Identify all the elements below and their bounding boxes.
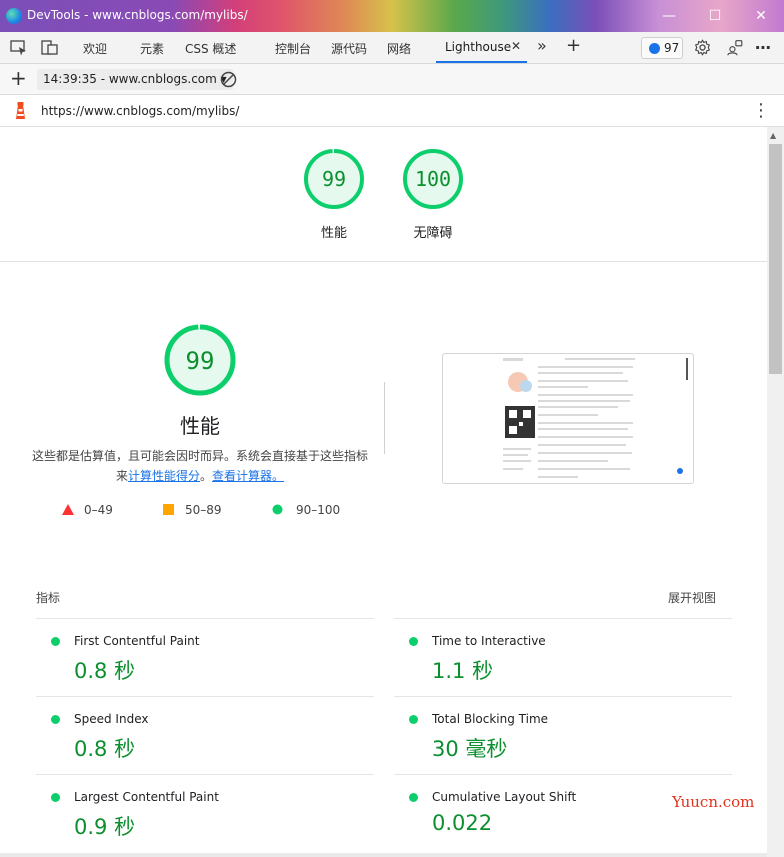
new-report-icon[interactable]: + (10, 66, 27, 90)
legend-range: 50–89 (185, 503, 222, 517)
close-window-button[interactable]: ✕ (738, 0, 784, 32)
active-tab-indicator (436, 61, 527, 63)
average-square-icon (163, 504, 174, 515)
close-tab-icon[interactable]: ✕ (511, 39, 521, 53)
score-gauge-ring: 99 (164, 324, 236, 396)
score-gauge-ring: 100 (403, 149, 463, 209)
metric-first-contentful-paint: First Contentful Paint 0.8 秒 (36, 618, 374, 696)
score-gauge-ring: 99 (304, 149, 364, 209)
gauge-score: 99 (322, 167, 346, 191)
final-screenshot-thumbnail[interactable] (442, 353, 694, 484)
gauge-performance[interactable]: 99 (302, 147, 366, 215)
metrics-heading: 指标 (36, 591, 61, 605)
window-title: DevTools - www.cnblogs.com/mylibs/ (27, 8, 248, 22)
fail-triangle-icon (62, 504, 74, 515)
report-select[interactable]: 14:39:35 - www.cnblogs.com ▾ (37, 69, 233, 90)
pass-dot-icon (409, 793, 418, 802)
issues-count: 97 (664, 41, 680, 55)
page-preview-image (503, 358, 688, 478)
metric-cumulative-layout-shift: Cumulative Layout Shift 0.022 (394, 774, 732, 852)
performance-title: 性能 (180, 414, 220, 438)
tab-console[interactable]: 控制台 (275, 40, 311, 57)
metric-name: Total Blocking Time (432, 712, 549, 726)
metric-value: 30 毫秒 (432, 737, 508, 761)
metric-name: Cumulative Layout Shift (432, 790, 577, 804)
pass-dot-icon (409, 637, 418, 646)
metric-value: 0.8 秒 (74, 737, 136, 761)
legend-range: 0–49 (84, 503, 113, 517)
metric-name: Largest Contentful Paint (74, 790, 219, 804)
legend-fail: 0–49 (62, 503, 113, 517)
section-divider (0, 261, 767, 262)
metric-value: 0.022 (432, 811, 493, 835)
scrollbar-thumb[interactable] (769, 144, 782, 374)
report-menu-icon[interactable]: ⋮ (752, 100, 770, 121)
metric-name: First Contentful Paint (74, 634, 200, 648)
scroll-up-arrow-icon[interactable]: ▲ (770, 131, 776, 140)
report-urlbar: https://www.cnblogs.com/mylibs/ ⋮ (0, 95, 784, 127)
pass-circle-icon (272, 504, 283, 515)
pass-dot-icon (51, 637, 60, 646)
window-titlebar: DevTools - www.cnblogs.com/mylibs/ — ☐ ✕ (0, 0, 784, 32)
metric-name: Speed Index (74, 712, 149, 726)
description-separator: 。 (200, 469, 213, 483)
pass-dot-icon (51, 715, 60, 724)
metric-value: 0.9 秒 (74, 815, 136, 839)
legend-average: 50–89 (163, 503, 222, 517)
performance-description: 这些都是估算值，且可能会因时而异。系统会直接基于这些指标来计算性能得分。查看计算… (30, 446, 370, 486)
metric-total-blocking-time: Total Blocking Time 30 毫秒 (394, 696, 732, 774)
gauge-label-accessibility: 无障碍 (413, 226, 453, 241)
report-url[interactable]: https://www.cnblogs.com/mylibs/ (41, 104, 239, 118)
gauge-score: 100 (415, 167, 451, 191)
expand-view-toggle[interactable]: 展开视图 (668, 589, 716, 606)
metric-value: 0.8 秒 (74, 659, 136, 683)
lighthouse-toolbar: + 14:39:35 - www.cnblogs.com ▾ (0, 64, 784, 95)
tab-elements[interactable]: 元素 (140, 40, 164, 57)
performance-score: 99 (186, 347, 215, 375)
calculator-link[interactable]: 查看计算器。 (212, 469, 284, 483)
issues-icon (649, 43, 660, 54)
device-emulation-icon[interactable] (41, 40, 59, 56)
gauge-accessibility[interactable]: 100 (400, 147, 466, 215)
more-options-icon[interactable]: ⋯ (755, 38, 771, 57)
metric-speed-index: Speed Index 0.8 秒 (36, 696, 374, 774)
metric-largest-contentful-paint: Largest Contentful Paint 0.9 秒 (36, 774, 374, 852)
report-select-value: 14:39:35 - www.cnblogs.com (43, 72, 217, 86)
feedback-people-icon[interactable] (726, 39, 744, 56)
tab-sources[interactable]: 源代码 (331, 40, 367, 57)
clear-report-icon[interactable] (220, 71, 237, 88)
pass-dot-icon (51, 793, 60, 802)
watermark: Yuucn.com (672, 793, 755, 811)
metric-time-to-interactive: Time to Interactive 1.1 秒 (394, 618, 732, 696)
metric-value: 1.1 秒 (432, 659, 494, 683)
vertical-separator (384, 382, 385, 454)
metric-name: Time to Interactive (432, 634, 546, 648)
more-tabs-icon[interactable]: » (537, 36, 547, 55)
lighthouse-logo-icon (16, 102, 25, 119)
settings-gear-icon[interactable] (694, 39, 711, 56)
issues-badge[interactable]: 97 (641, 37, 683, 59)
add-tab-icon[interactable]: + (566, 35, 581, 56)
tab-css-overview[interactable]: CSS 概述 (185, 40, 236, 57)
pass-dot-icon (409, 715, 418, 724)
calc-score-link[interactable]: 计算性能得分 (128, 469, 200, 483)
legend-pass: 90–100 (272, 503, 340, 517)
maximize-button[interactable]: ☐ (692, 0, 738, 32)
inspect-element-icon[interactable] (10, 40, 28, 56)
tab-network[interactable]: 网络 (387, 40, 411, 57)
metrics-bottom-border (0, 853, 767, 857)
gauge-label-performance: 性能 (320, 226, 347, 241)
tab-welcome[interactable]: 欢迎 (83, 40, 107, 57)
legend-range: 90–100 (296, 503, 341, 517)
tab-lighthouse[interactable]: Lighthouse (445, 40, 511, 54)
minimize-button[interactable]: — (646, 0, 692, 32)
edge-logo-icon (6, 8, 22, 24)
performance-large-gauge: 99 (163, 323, 237, 401)
